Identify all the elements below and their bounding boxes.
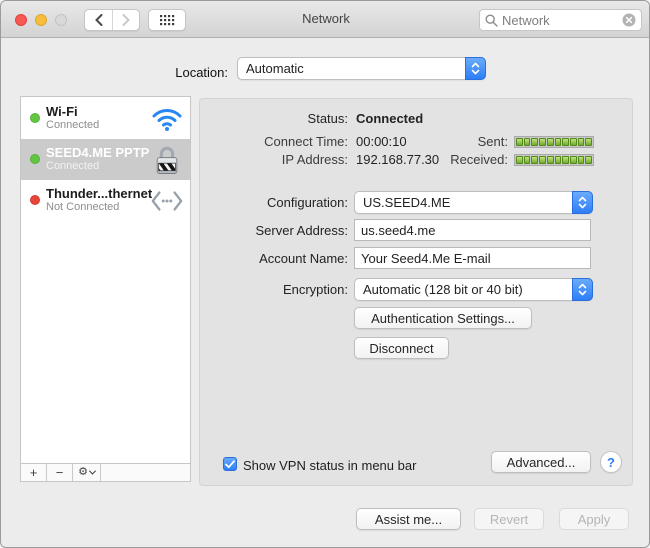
- help-button[interactable]: ?: [600, 451, 622, 473]
- services-sidebar: Wi-Fi Connected SEED4.ME PPTP Connected: [20, 96, 191, 482]
- location-popup-value: Automatic: [238, 61, 465, 76]
- popup-stepper-icon: [572, 278, 593, 301]
- search-icon: [485, 14, 498, 27]
- server-address-input[interactable]: [354, 219, 591, 241]
- sidebar-toolbar: + − ⚙: [21, 463, 190, 481]
- sidebar-item-thunderbolt-ethernet[interactable]: Thunder...thernet Not Connected: [21, 180, 190, 221]
- revert-button: Revert: [474, 508, 544, 530]
- service-status: Not Connected: [46, 201, 119, 213]
- status-dot-not-connected: [30, 195, 40, 205]
- status-dot-connected: [30, 113, 40, 123]
- advanced-button[interactable]: Advanced...: [491, 451, 591, 473]
- remove-service-button[interactable]: −: [47, 464, 73, 481]
- add-service-button[interactable]: +: [21, 464, 47, 481]
- encryption-popup-value: Automatic (128 bit or 40 bit): [355, 282, 572, 297]
- service-name: Wi-Fi: [46, 104, 78, 119]
- apply-button: Apply: [559, 508, 629, 530]
- ip-address-label: IP Address:: [201, 152, 348, 168]
- configuration-label: Configuration:: [201, 191, 348, 214]
- service-status: Connected: [46, 160, 99, 172]
- connect-time-label: Connect Time:: [201, 134, 348, 150]
- service-action-menu-button[interactable]: ⚙: [73, 464, 101, 481]
- sidebar-item-wifi[interactable]: Wi-Fi Connected: [21, 98, 190, 139]
- status-label: Status:: [201, 111, 348, 127]
- show-vpn-status-checkbox[interactable]: [223, 457, 237, 471]
- checkmark-icon: [225, 460, 235, 469]
- account-name-label: Account Name:: [201, 247, 348, 270]
- sent-traffic-meter: [514, 136, 594, 148]
- minus-icon: −: [56, 466, 64, 479]
- received-traffic-meter: [514, 154, 594, 166]
- ethernet-icon: [149, 183, 185, 218]
- toolbar-spacer: [101, 464, 190, 481]
- authentication-settings-button[interactable]: Authentication Settings...: [354, 307, 532, 329]
- vpn-lock-icon: [149, 142, 185, 177]
- configuration-popup[interactable]: US.SEED4.ME: [354, 191, 593, 214]
- wifi-icon: [149, 101, 185, 136]
- plus-icon: +: [30, 466, 38, 479]
- connect-time-value: 00:00:10: [356, 134, 407, 150]
- question-mark-icon: ?: [607, 455, 615, 470]
- search-field[interactable]: [479, 9, 642, 31]
- encryption-popup[interactable]: Automatic (128 bit or 40 bit): [354, 278, 593, 301]
- popup-stepper-icon: [572, 191, 593, 214]
- disconnect-button[interactable]: Disconnect: [354, 337, 449, 359]
- service-status: Connected: [46, 119, 99, 131]
- account-name-input[interactable]: [354, 247, 591, 269]
- server-address-label: Server Address:: [201, 219, 348, 242]
- assist-me-button[interactable]: Assist me...: [356, 508, 461, 530]
- popup-stepper-icon: [465, 57, 486, 80]
- sidebar-item-seed4me-pptp[interactable]: SEED4.ME PPTP Connected: [21, 139, 190, 180]
- sent-label: Sent:: [421, 134, 508, 150]
- status-dot-connected: [30, 154, 40, 164]
- service-name: SEED4.ME PPTP: [46, 145, 149, 160]
- status-value: Connected: [356, 111, 423, 127]
- received-label: Received:: [421, 152, 508, 168]
- clear-search-icon[interactable]: [622, 13, 636, 27]
- chevron-down-icon: [89, 468, 96, 475]
- service-name: Thunder...thernet: [46, 186, 152, 201]
- location-label: Location:: [101, 61, 228, 84]
- network-preferences-window: Network Location: Automatic Wi-Fi Connec…: [0, 0, 650, 548]
- titlebar: Network: [1, 1, 650, 38]
- location-popup[interactable]: Automatic: [237, 57, 486, 80]
- gear-icon: ⚙: [78, 467, 88, 478]
- show-vpn-status-label: Show VPN status in menu bar: [243, 458, 416, 473]
- configuration-popup-value: US.SEED4.ME: [355, 195, 572, 210]
- encryption-label: Encryption:: [201, 278, 348, 301]
- search-input[interactable]: [502, 13, 622, 28]
